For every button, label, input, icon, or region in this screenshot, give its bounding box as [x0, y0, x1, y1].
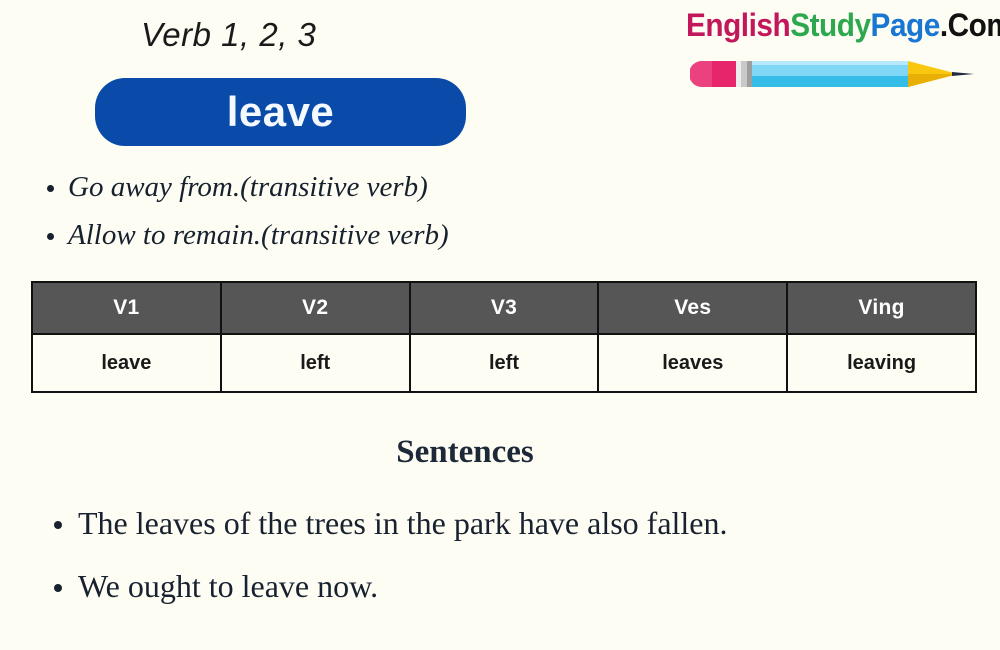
logo-word-english: English — [686, 7, 791, 43]
table-row: leave left left leaves leaving — [31, 333, 977, 393]
pencil-icon — [690, 61, 974, 87]
verb-badge-label: leave — [226, 88, 335, 135]
definition-item: Allow to remain.(transitive verb) — [47, 211, 449, 259]
sentences-heading: Sentences — [396, 434, 534, 470]
logo-word-page: Page — [870, 7, 941, 43]
conjugation-table: V1 V2 V3 Ves Ving leave left left leaves… — [31, 281, 977, 393]
table-header-row: V1 V2 V3 Ves Ving — [31, 281, 977, 335]
sentence-item: We ought to leave now. — [54, 555, 728, 618]
site-logo-text: EnglishStudyPage.Com — [686, 6, 1000, 44]
definition-item: Go away from.(transitive verb) — [47, 163, 449, 211]
table-cell-v2: left — [219, 333, 411, 393]
table-cell-v1: leave — [31, 333, 222, 393]
table-cell-ves: leaves — [597, 333, 789, 393]
table-cell-v3: left — [408, 333, 600, 393]
sentence-list: The leaves of the trees in the park have… — [44, 492, 728, 618]
table-header-cell-v3: V3 — [408, 281, 600, 335]
table-header-cell-ving: Ving — [786, 281, 977, 335]
table-header-cell-v1: V1 — [31, 281, 222, 335]
verb-badge: leave — [95, 78, 466, 146]
logo-word-study: Study — [790, 7, 871, 43]
table-header-cell-v2: V2 — [219, 281, 411, 335]
page-title: Verb 1, 2, 3 — [141, 16, 317, 53]
logo-word-com: .Com — [939, 7, 1000, 43]
sentence-item: The leaves of the trees in the park have… — [54, 492, 728, 555]
definition-list: Go away from.(transitive verb) Allow to … — [38, 163, 449, 259]
table-cell-ving: leaving — [786, 333, 977, 393]
site-logo: EnglishStudyPage.Com — [686, 6, 1000, 104]
table-header-cell-ves: Ves — [597, 281, 789, 335]
